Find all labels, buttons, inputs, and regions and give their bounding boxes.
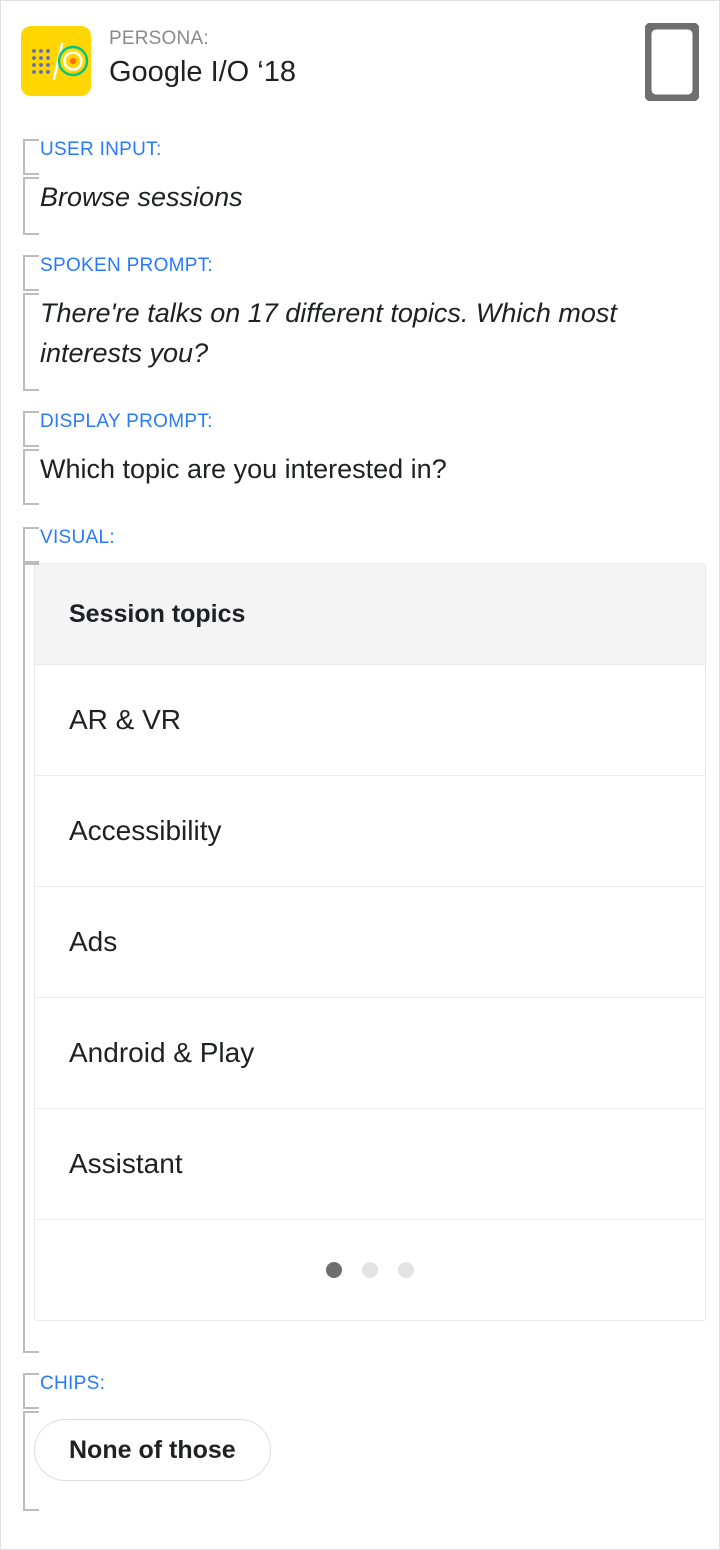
pager-dot-3[interactable] [398, 1262, 414, 1278]
display-prompt-value: Which topic are you interested in? [40, 454, 447, 484]
list-item-label: Accessibility [69, 815, 222, 846]
spoken-prompt-value-section: There're talks on 17 different topics. W… [23, 293, 719, 391]
pager-dot-2[interactable] [362, 1262, 378, 1278]
list-item[interactable]: AR & VR [35, 665, 705, 776]
list-item-label: Ads [69, 926, 118, 957]
bracket-marker [23, 177, 39, 235]
list-item[interactable]: Android & Play [35, 998, 705, 1109]
persona-label: PERSONA: [109, 28, 209, 49]
persona-text-block: PERSONA: Google I/O ‘18 [109, 27, 589, 91]
bracket-marker [23, 449, 39, 505]
bracket-marker [23, 563, 39, 1353]
chip-none-of-those[interactable]: None of those [34, 1419, 271, 1481]
display-prompt-label: DISPLAY PROMPT: [40, 411, 213, 432]
bracket-marker [23, 411, 39, 447]
visual-label-section: VISUAL: [23, 527, 115, 563]
carousel-pager[interactable] [35, 1220, 705, 1320]
bracket-marker [23, 1411, 39, 1511]
chips-label-section: CHIPS: [23, 1373, 105, 1409]
user-input-value-section: Browse sessions [23, 177, 243, 235]
chips-label: CHIPS: [40, 1373, 106, 1394]
list-item-label: AR & VR [69, 704, 182, 735]
bracket-marker [23, 527, 39, 563]
list-item[interactable]: Assistant [35, 1109, 705, 1220]
card-header: Session topics [35, 564, 705, 665]
bracket-marker [23, 255, 39, 291]
spoken-prompt-label: SPOKEN PROMPT: [40, 255, 214, 276]
persona-header: PERSONA: Google I/O ‘18 [1, 1, 719, 121]
user-input-label-section: USER INPUT: [23, 139, 162, 175]
spoken-prompt-value: There're talks on 17 different topics. W… [40, 298, 617, 368]
display-prompt-label-section: DISPLAY PROMPT: [23, 411, 213, 447]
chips-value-section: None of those [23, 1411, 271, 1511]
display-prompt-value-section: Which topic are you interested in? [23, 449, 447, 505]
user-input-label: USER INPUT: [40, 139, 162, 160]
persona-preview-page: PERSONA: Google I/O ‘18 USER INPUT: Brow… [0, 0, 720, 1550]
list-item[interactable]: Accessibility [35, 776, 705, 887]
card-header-title: Session topics [69, 600, 246, 628]
bracket-marker [23, 139, 39, 175]
list-item-label: Assistant [69, 1148, 183, 1179]
pager-dot-1[interactable] [326, 1262, 342, 1278]
session-topics-card: Session topics AR & VR Accessibility Ads… [34, 563, 706, 1321]
bracket-marker [23, 1373, 39, 1409]
spoken-prompt-label-section: SPOKEN PROMPT: [23, 255, 213, 291]
list-item-label: Android & Play [69, 1037, 255, 1068]
mobile-device-icon[interactable] [645, 23, 699, 101]
list-item[interactable]: Ads [35, 887, 705, 998]
google-io-logo-icon [21, 26, 91, 96]
bracket-marker [23, 293, 39, 391]
persona-name: Google I/O ‘18 [109, 56, 296, 88]
visual-label: VISUAL: [40, 527, 115, 548]
user-input-value: Browse sessions [40, 182, 243, 212]
visual-card-section: Session topics AR & VR Accessibility Ads… [23, 563, 706, 1353]
